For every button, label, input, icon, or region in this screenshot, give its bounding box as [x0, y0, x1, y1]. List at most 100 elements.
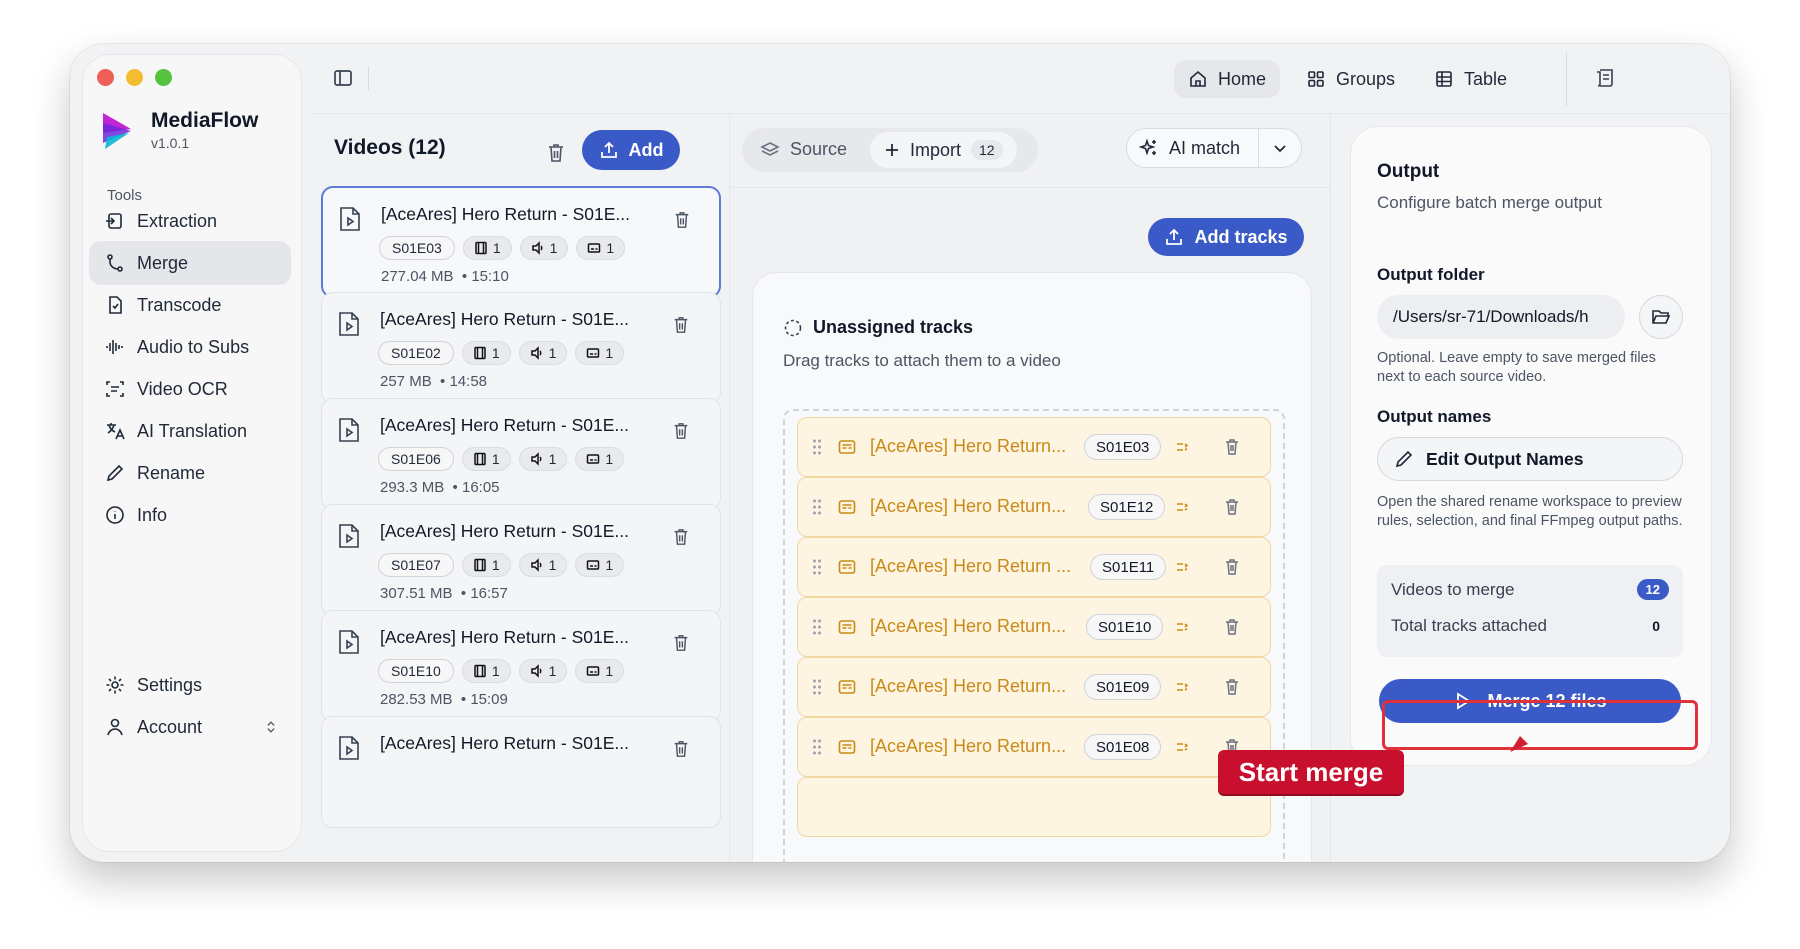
- sidebar-toggle-icon[interactable]: [332, 67, 354, 89]
- video-title: [AceAres] Hero Return - S01E...: [380, 521, 629, 541]
- chevron-up-down-icon[interactable]: [263, 719, 279, 735]
- tracks-attached-row: Total tracks attached 0: [1391, 615, 1669, 637]
- sidebar-item-info[interactable]: Info: [89, 493, 291, 537]
- settings-label: Settings: [137, 674, 203, 695]
- track-item[interactable]: [AceAres] Hero Return... S01E10: [797, 597, 1271, 657]
- table-icon: [1436, 71, 1452, 87]
- video-file-icon: [339, 418, 359, 442]
- drag-handle-icon[interactable]: [812, 558, 822, 576]
- sidebar-item-label: Transcode: [137, 294, 222, 315]
- speaker-icon: [530, 664, 542, 678]
- episode-code-chip: S01E10: [378, 659, 454, 683]
- tab-home[interactable]: Home: [1174, 60, 1281, 98]
- sidebar-item-label: Extraction: [137, 210, 218, 231]
- sidebar-item-ai-translation[interactable]: AI Translation: [89, 409, 291, 453]
- transcode-icon: [109, 296, 122, 314]
- video-file-icon: [339, 630, 359, 654]
- close-window-button[interactable]: [97, 69, 114, 86]
- remove-track-trash-icon[interactable]: [1224, 678, 1240, 696]
- track-item[interactable]: [AceAres] Hero Return... S01E09: [797, 657, 1271, 717]
- ai-match-label: AI match: [1169, 137, 1241, 158]
- video-card[interactable]: [AceAres] Hero Return - S01E... S01E07 1…: [321, 504, 721, 616]
- assign-link-icon[interactable]: [1174, 559, 1190, 575]
- track-item[interactable]: [AceAres] Hero Return... S01E12: [797, 477, 1271, 537]
- output-folder-input[interactable]: /Users/sr-71/Downloads/h: [1377, 295, 1625, 339]
- remove-track-trash-icon[interactable]: [1224, 438, 1240, 456]
- track-item[interactable]: [AceAres] Hero Return ... S01E11: [797, 537, 1271, 597]
- maximize-window-button[interactable]: [155, 69, 172, 86]
- speaker-icon: [530, 452, 542, 466]
- drag-handle-icon[interactable]: [812, 738, 822, 756]
- sidebar-item-label: Video OCR: [137, 378, 228, 399]
- drag-handle-icon[interactable]: [812, 498, 822, 516]
- video-card[interactable]: [AceAres] Hero Return - S01E...: [321, 716, 721, 828]
- ai-match-dropdown[interactable]: [1259, 140, 1301, 156]
- track-dropzone[interactable]: [AceAres] Hero Return... S01E03 [AceAres…: [783, 409, 1285, 862]
- tab-groups[interactable]: Groups: [1292, 60, 1409, 98]
- assign-link-icon[interactable]: [1174, 439, 1190, 455]
- output-subtitle: Configure batch merge output: [1377, 193, 1602, 212]
- drag-handle-icon[interactable]: [812, 438, 822, 456]
- video-tracks-chip: 1: [461, 553, 511, 577]
- log-panel-icon[interactable]: [1594, 67, 1616, 89]
- video-card[interactable]: [AceAres] Hero Return - S01E... S01E02 1…: [321, 292, 721, 404]
- remove-video-trash-icon[interactable]: [672, 421, 690, 441]
- drag-handle-icon[interactable]: [812, 678, 822, 696]
- subtitle-file-icon: [838, 680, 856, 694]
- minimize-window-button[interactable]: [126, 69, 143, 86]
- sidebar-item-transcode[interactable]: Transcode: [89, 283, 291, 327]
- sidebar-item-label: Rename: [137, 462, 206, 483]
- remove-video-trash-icon[interactable]: [672, 739, 690, 759]
- unlink-icon: [784, 319, 802, 336]
- tab-table[interactable]: Table: [1420, 60, 1521, 98]
- track-item[interactable]: [AceAres] Hero Return... S01E03: [797, 417, 1271, 477]
- track-episode-chip: S01E10: [1086, 614, 1164, 640]
- assign-link-icon[interactable]: [1174, 679, 1190, 695]
- ai-match-button[interactable]: AI match: [1127, 129, 1259, 167]
- top-toolbar: Home Groups Table: [310, 44, 1730, 114]
- sidebar-item-extraction[interactable]: Extraction: [89, 199, 291, 243]
- track-item[interactable]: [AceAres] Hero Return... S01E08: [797, 717, 1271, 777]
- remove-track-trash-icon[interactable]: [1224, 618, 1240, 636]
- import-label: Import: [910, 139, 962, 160]
- sidebar-item-settings[interactable]: Settings: [89, 663, 291, 707]
- remove-video-trash-icon[interactable]: [672, 633, 690, 653]
- remove-track-trash-icon[interactable]: [1224, 498, 1240, 516]
- edit-output-names-button[interactable]: Edit Output Names: [1377, 437, 1683, 481]
- video-card[interactable]: [AceAres] Hero Return - S01E... S01E06 1…: [321, 398, 721, 510]
- video-card[interactable]: [AceAres] Hero Return - S01E... S01E03 1…: [321, 186, 721, 298]
- track-item[interactable]: [797, 777, 1271, 837]
- add-tracks-label: Add tracks: [1194, 226, 1288, 247]
- sidebar-item-merge[interactable]: Merge: [89, 241, 291, 285]
- assign-link-icon[interactable]: [1174, 499, 1190, 515]
- tracks-toolbar: Source Import 12 AI match: [730, 114, 1330, 188]
- waveform-icon: [106, 340, 123, 354]
- import-tab[interactable]: Import 12: [870, 132, 1017, 168]
- track-name: [AceAres] Hero Return...: [870, 736, 1067, 756]
- source-tab[interactable]: Source: [760, 139, 847, 160]
- film-icon: [474, 558, 486, 572]
- browse-folder-button[interactable]: [1639, 295, 1683, 339]
- drag-handle-icon[interactable]: [812, 618, 822, 636]
- clear-videos-trash-icon[interactable]: [546, 142, 566, 164]
- video-title: [AceAres] Hero Return - S01E...: [380, 309, 629, 329]
- videos-title: Videos (12): [334, 136, 446, 159]
- subtitle-tracks-chip: 1: [576, 236, 626, 260]
- track-name: [AceAres] Hero Return...: [870, 496, 1067, 516]
- unassigned-title: Unassigned tracks: [783, 317, 973, 338]
- assign-link-icon[interactable]: [1174, 739, 1190, 755]
- remove-video-trash-icon[interactable]: [673, 210, 691, 230]
- sidebar-item-account[interactable]: Account: [89, 705, 291, 749]
- remove-video-trash-icon[interactable]: [672, 527, 690, 547]
- sidebar-item-video-ocr[interactable]: Video OCR: [89, 367, 291, 411]
- add-videos-button[interactable]: Add: [582, 130, 680, 170]
- video-file-icon: [340, 207, 360, 231]
- video-card[interactable]: [AceAres] Hero Return - S01E... S01E10 1…: [321, 610, 721, 722]
- sidebar-item-audio-to-subs[interactable]: Audio to Subs: [89, 325, 291, 369]
- add-tracks-button[interactable]: Add tracks: [1148, 218, 1304, 256]
- remove-track-trash-icon[interactable]: [1224, 558, 1240, 576]
- remove-video-trash-icon[interactable]: [672, 315, 690, 335]
- assign-link-icon[interactable]: [1174, 619, 1190, 635]
- subtitles-icon: [587, 560, 600, 570]
- sidebar-item-rename[interactable]: Rename: [89, 451, 291, 495]
